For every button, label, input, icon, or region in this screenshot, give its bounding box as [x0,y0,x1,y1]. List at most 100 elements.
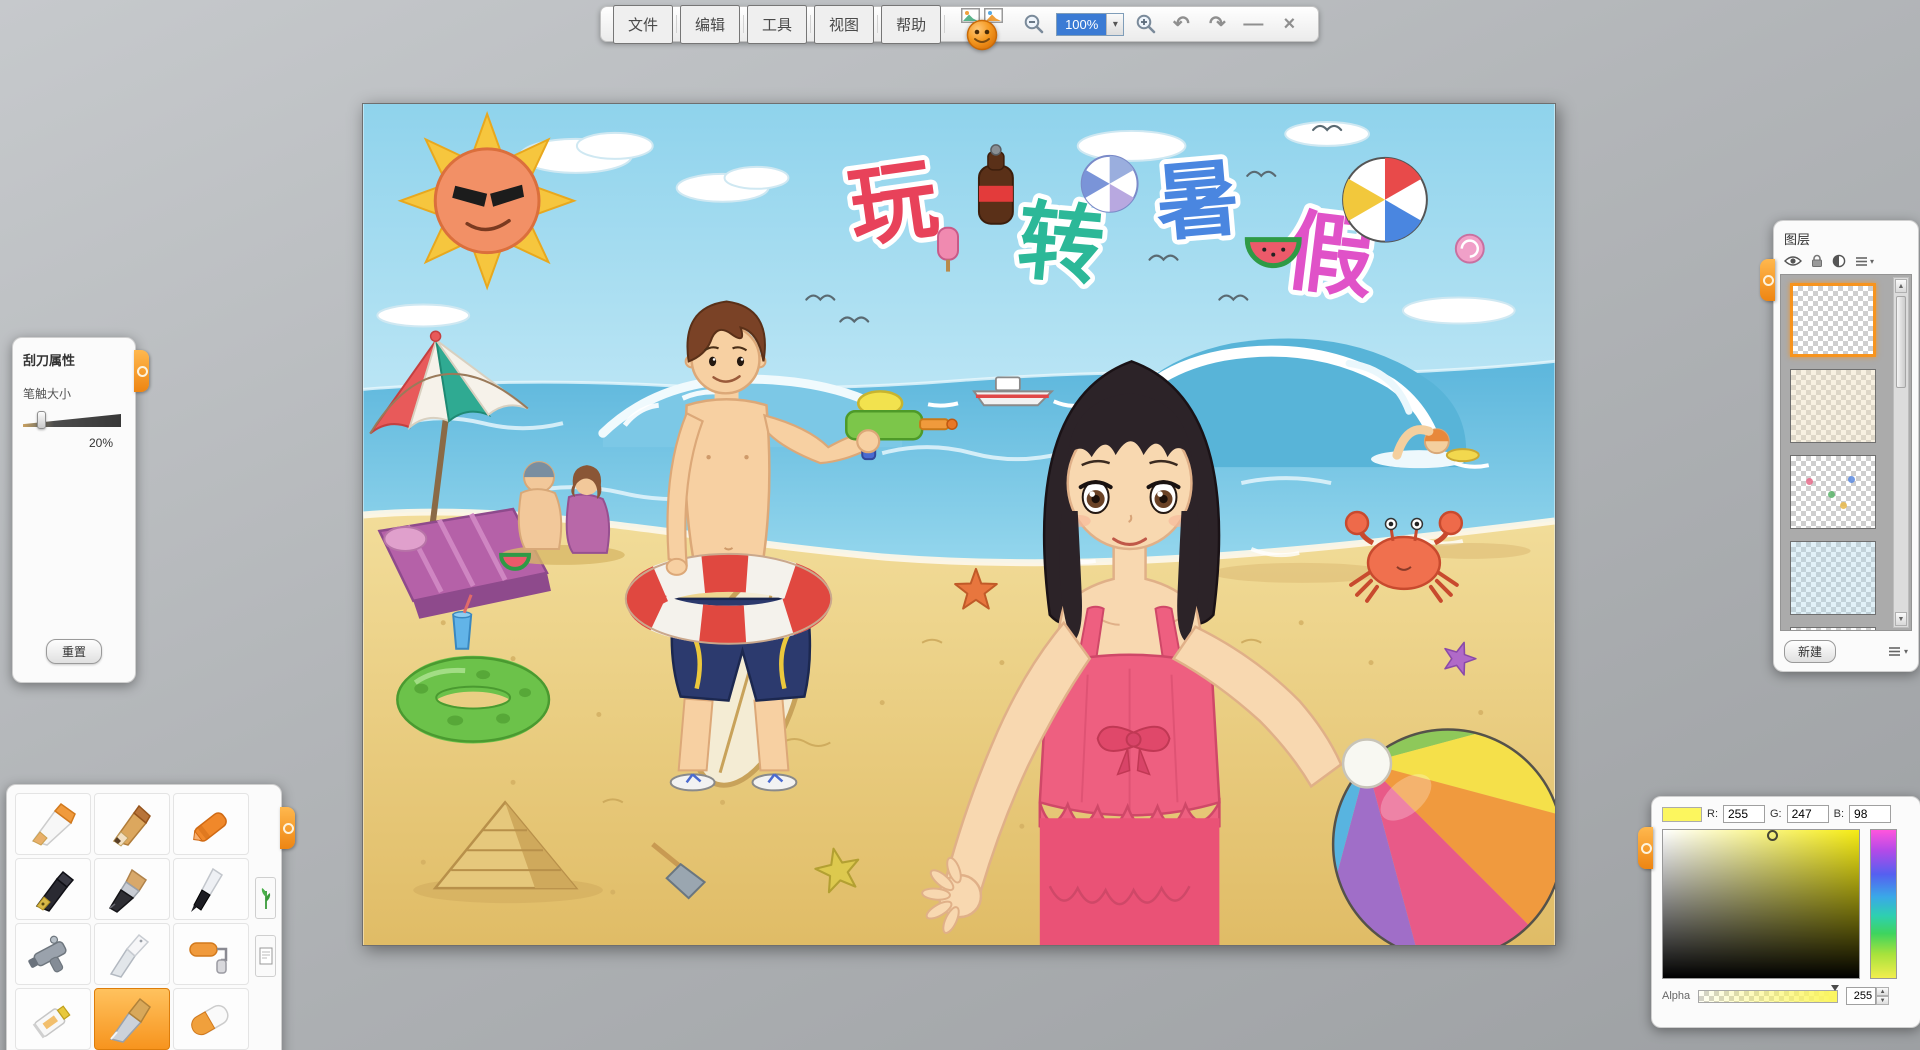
contrast-icon[interactable] [1832,254,1846,268]
menu-view[interactable]: 视图 [814,5,874,44]
tool-palette-knife[interactable] [94,923,170,985]
tool-paint-brush[interactable] [94,858,170,920]
beach-illustration: 玩 玩 转 转 暑 暑 假 假 [363,104,1555,945]
tool-ink-brush[interactable] [173,858,249,920]
brush-size-slider[interactable] [23,411,121,429]
zoom-out-button[interactable] [1018,9,1050,39]
menu-icon[interactable]: ▾ [1855,256,1874,267]
svg-text:玩: 玩 [843,149,944,258]
redo-button[interactable]: ↷ [1200,9,1234,39]
menu-edit[interactable]: 编辑 [680,5,740,44]
toolbar-separator [944,15,945,33]
svg-text:暑: 暑 [1152,150,1244,251]
color-cursor[interactable] [1767,830,1778,841]
scraper-properties-panel: 刮刀属性 笔触大小 20% 重置 [12,337,136,683]
zoom-value[interactable]: 100% [1057,14,1106,35]
panel-tab-handle[interactable] [1638,827,1653,869]
beach-ball-art [1333,729,1555,945]
menu-tools[interactable]: 工具 [747,5,807,44]
plant-brush-icon[interactable] [255,877,276,919]
app-background: 文件 编辑 工具 视图 帮助 [0,0,1920,1050]
alpha-down-button[interactable]: ▼ [1876,996,1889,1005]
tool-crayon[interactable] [173,793,249,855]
chevron-down-icon: ▾ [1904,647,1908,656]
toolbar-separator [743,15,744,33]
layers-panel: 图层 ▾ ▲ ▼ 新建 ▾ [1773,220,1919,672]
layer-thumbnail-1[interactable] [1790,283,1876,357]
mascot-icon [966,19,998,51]
main-toolbar: 文件 编辑 工具 视图 帮助 [600,6,1319,42]
alpha-label: Alpha [1662,990,1690,1002]
menu-file[interactable]: 文件 [613,5,673,44]
layer-thumbnail-5[interactable] [1790,627,1876,631]
blue-label: B: [1834,808,1844,820]
tool-palette-panel [6,784,282,1050]
color-picker-panel: R: G: B: Alpha ▲ ▼ [1651,796,1920,1028]
brush-size-value: 20% [23,436,125,450]
alpha-slider[interactable] [1698,990,1838,1003]
zoom-in-button[interactable] [1130,9,1162,39]
chevron-down-icon: ▾ [1870,257,1874,266]
panel-tab-handle[interactable] [280,807,295,849]
chevron-down-icon[interactable]: ▾ [1106,14,1123,35]
red-value-field[interactable] [1723,805,1765,823]
brush-size-label: 笔触大小 [23,385,125,402]
panel-tab-handle[interactable] [134,350,149,392]
toolbar-separator [810,15,811,33]
new-layer-button[interactable]: 新建 [1784,640,1836,663]
layer-thumbnail-3[interactable] [1790,455,1876,529]
close-button[interactable]: × [1272,9,1306,39]
reset-button[interactable]: 重置 [46,639,102,664]
panel-tab-handle[interactable] [1760,259,1775,301]
saturation-value-box[interactable] [1662,829,1860,979]
tool-cone-airbrush[interactable] [15,793,91,855]
panel-title: 刮刀属性 [23,350,125,369]
alpha-value-field[interactable] [1846,987,1876,1005]
undo-button[interactable]: ↶ [1164,9,1198,39]
zoom-level-combobox[interactable]: 100% ▾ [1056,13,1124,36]
green-label: G: [1770,808,1782,820]
color-values-row: R: G: B: [1662,805,1910,823]
tool-paint-roller[interactable] [173,923,249,985]
sun-art [400,114,574,288]
tool-scraper-knife[interactable] [94,988,170,1050]
tool-spray-gun[interactable] [15,923,91,985]
drawing-canvas[interactable]: 玩 玩 转 转 暑 暑 假 假 [362,103,1556,946]
layers-footer: 新建 ▾ [1780,631,1912,665]
blue-value-field[interactable] [1849,805,1891,823]
hue-bar[interactable] [1870,829,1897,979]
layer-list-scrollbar[interactable]: ▲ ▼ [1893,277,1909,628]
tool-grid [15,793,249,1050]
eye-icon[interactable] [1784,255,1802,267]
layer-thumbnail-2[interactable] [1790,369,1876,443]
tool-paint-tube[interactable] [15,988,91,1050]
alpha-row: Alpha ▲ ▼ [1662,987,1910,1005]
green-value-field[interactable] [1787,805,1829,823]
menu-help[interactable]: 帮助 [881,5,941,44]
layers-panel-title: 图层 [1780,227,1912,250]
tool-fountain-pen[interactable] [15,858,91,920]
alpha-spinner: ▲ ▼ [1846,987,1889,1005]
layer-thumbnail-4[interactable] [1790,541,1876,615]
minimize-button[interactable]: — [1236,9,1270,39]
app-logo[interactable] [954,6,1010,42]
lock-icon[interactable] [1811,254,1823,268]
alpha-marker[interactable] [1831,985,1839,991]
toolbar-separator [676,15,677,33]
slider-handle[interactable] [37,411,46,429]
scroll-down-button[interactable]: ▼ [1895,612,1907,626]
color-picker-main [1662,829,1910,979]
alpha-up-button[interactable]: ▲ [1876,987,1889,996]
card-icon[interactable] [255,935,276,977]
scrollbar-thumb[interactable] [1896,296,1906,388]
tool-eraser[interactable] [173,988,249,1050]
layer-menu-button[interactable]: ▾ [1888,646,1908,657]
current-color-swatch[interactable] [1662,807,1702,822]
tool-pencil[interactable] [94,793,170,855]
tool-side-strip [255,877,276,977]
toolbar-separator [877,15,878,33]
scroll-up-button[interactable]: ▲ [1895,279,1907,293]
layer-list: ▲ ▼ [1780,274,1912,631]
layers-toolbar: ▾ [1780,250,1912,274]
svg-text:转: 转 [1014,193,1108,296]
